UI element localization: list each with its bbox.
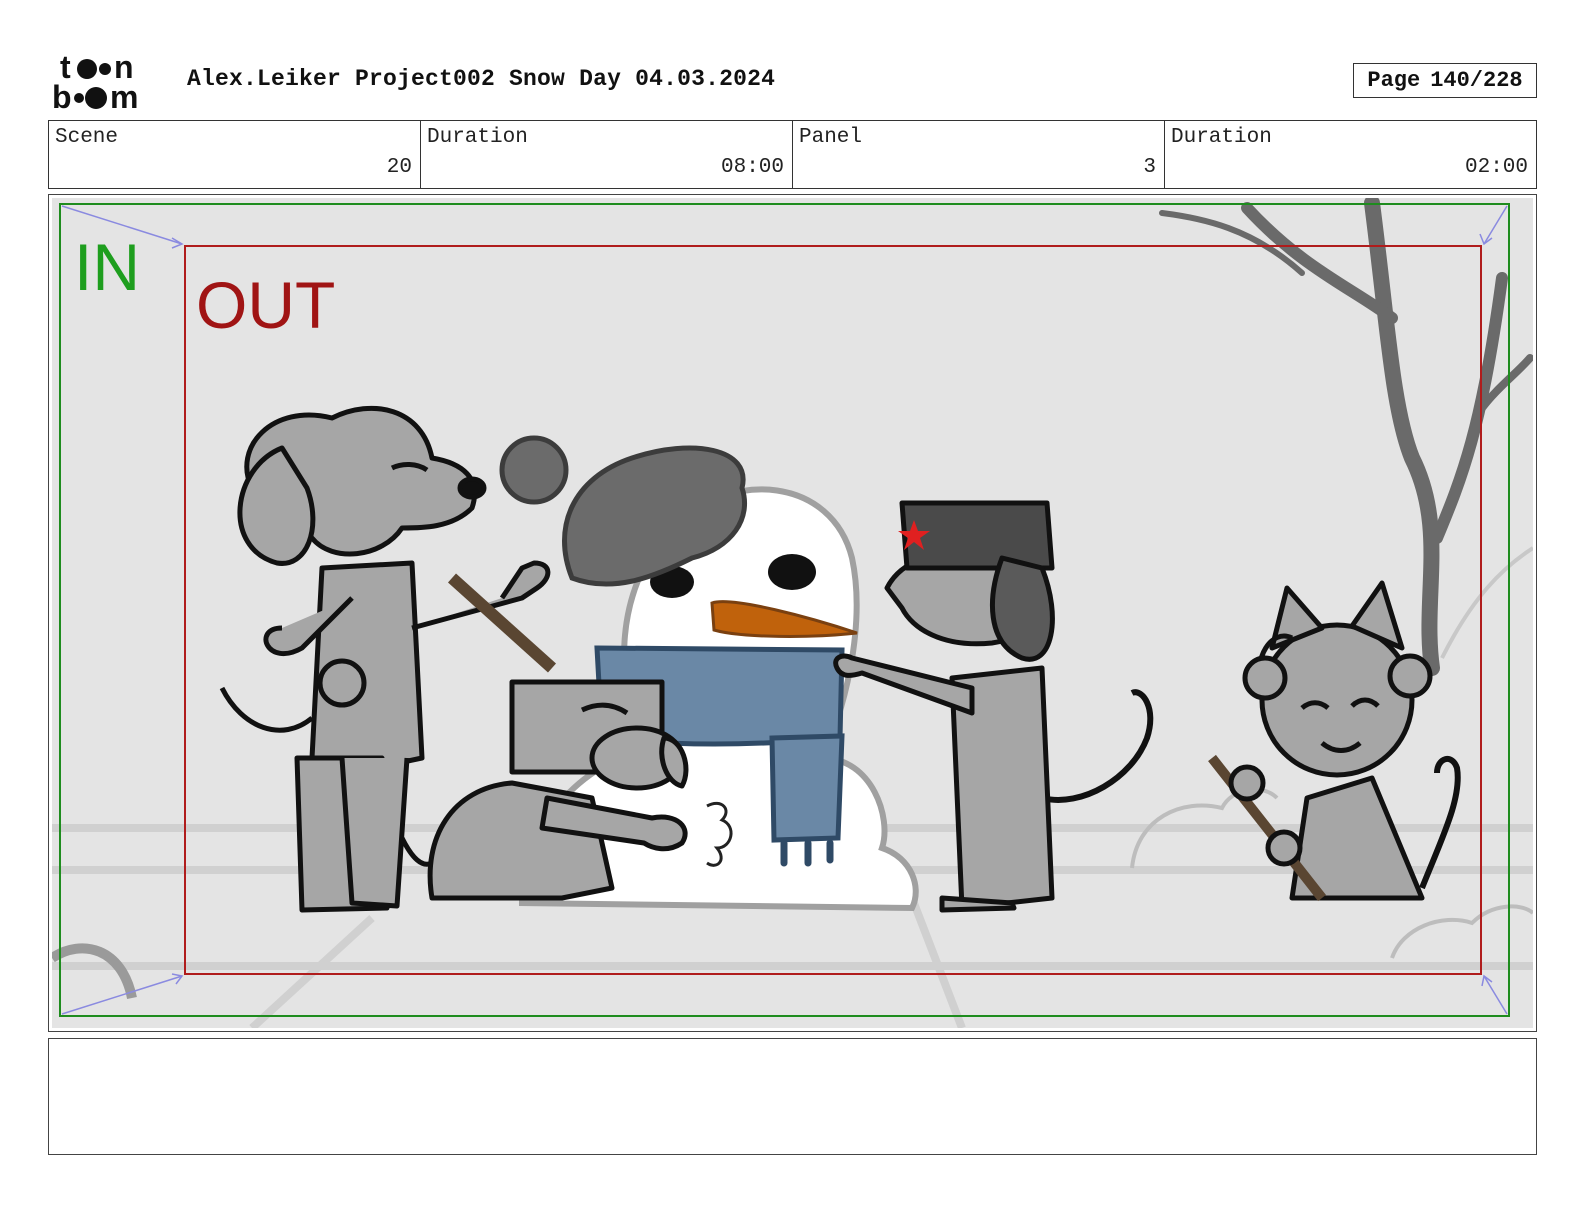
toonboom-logo: t n b m: [52, 52, 164, 112]
scarf-tail: [769, 733, 845, 843]
scene-label: Scene: [55, 126, 119, 149]
panel-duration-value: 02:00: [1464, 156, 1528, 179]
panel-duration-cell: Duration 02:00: [1165, 121, 1536, 188]
scene-cell: Scene 20: [49, 121, 421, 188]
out-frame-label: OUT: [196, 268, 335, 342]
storyboard-panel: IN OUT: [48, 194, 1537, 1032]
scene-duration-label: Duration: [427, 126, 528, 149]
panel-info-table: Scene 20 Duration 08:00 Panel 3 Duration…: [48, 120, 1537, 189]
panel-drawing: IN OUT: [52, 198, 1533, 1028]
scene-duration-cell: Duration 08:00: [421, 121, 793, 188]
scene-duration-value: 08:00: [720, 156, 784, 179]
snowman-right-eye: [768, 554, 816, 590]
panel-value: 3: [1143, 156, 1156, 179]
panel-notes-box[interactable]: [48, 1038, 1537, 1155]
hat-pompom: [499, 435, 569, 505]
panel-duration-label: Duration: [1171, 126, 1272, 149]
panel-label: Panel: [799, 126, 863, 149]
in-frame-label: IN: [74, 230, 140, 304]
page-label: Page: [1367, 68, 1421, 93]
page-number: 140/228: [1430, 68, 1523, 93]
page-indicator: Page 140/228: [1353, 63, 1537, 98]
svg-text:b: b: [52, 79, 72, 112]
panel-cell: Panel 3: [793, 121, 1165, 188]
scene-value: 20: [386, 156, 412, 179]
svg-text:m: m: [110, 79, 138, 112]
project-title: Alex.Leiker Project002 Snow Day 04.03.20…: [187, 66, 776, 92]
